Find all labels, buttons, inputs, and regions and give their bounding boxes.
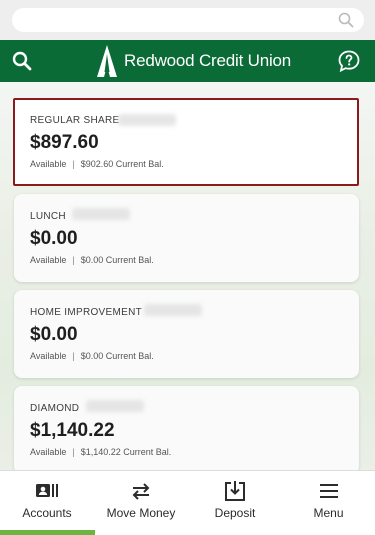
search-icon[interactable]	[12, 51, 32, 71]
account-balance: $897.60	[30, 132, 99, 153]
brand-logo: Redwood Credit Union	[96, 44, 291, 78]
brand-name: Redwood Credit Union	[124, 51, 292, 70]
account-name: REGULAR SHARE	[30, 115, 120, 126]
accounts-icon	[36, 484, 58, 497]
account-balance: $1,140.22	[30, 420, 115, 441]
account-balance: $0.00	[30, 324, 78, 345]
masked-account-number	[144, 304, 202, 316]
masked-account-number	[118, 114, 176, 126]
active-tab-indicator	[0, 530, 95, 535]
available-label: Available	[30, 159, 67, 169]
deposit-icon	[225, 481, 245, 501]
nav-label: Menu	[313, 506, 344, 520]
account-name: DIAMOND	[30, 403, 80, 414]
nav-move-money[interactable]: Move Money	[94, 471, 188, 535]
account-detail: Available | $0.00 Current Bal.	[30, 255, 154, 265]
app-header: Redwood Credit Union	[0, 40, 375, 82]
bottom-nav: Accounts Move Money Deposit Menu	[0, 470, 375, 535]
detail-separator: |	[72, 255, 75, 265]
detail-separator: |	[72, 351, 75, 361]
current-balance: $902.60 Current Bal.	[80, 159, 164, 169]
nav-deposit[interactable]: Deposit	[188, 471, 282, 535]
detail-separator: |	[72, 447, 75, 457]
redwood-tree-icon	[97, 45, 117, 77]
available-label: Available	[30, 255, 67, 265]
available-label: Available	[30, 447, 67, 457]
nav-label: Deposit	[214, 506, 256, 520]
account-card-home-improvement[interactable]: HOME IMPROVEMENT $0.00 Available | $0.00 C…	[14, 290, 359, 378]
account-detail: Available | $0.00 Current Bal.	[30, 351, 154, 361]
accounts-list: REGULAR SHARE $897.60 Available | $902.60 …	[0, 82, 375, 470]
account-detail: Available | $1,140.22 Current Bal.	[30, 447, 171, 457]
account-detail: Available | $902.60 Current Bal.	[30, 159, 164, 169]
browser-bar	[0, 0, 375, 40]
current-balance: $0.00 Current Bal.	[80, 351, 154, 361]
account-balance: $0.00	[30, 228, 78, 249]
account-card-regular-share[interactable]: REGULAR SHARE $897.60 Available | $902.60 …	[13, 98, 359, 186]
account-card-diamond[interactable]: DIAMOND $1,140.22 Available | $1,140.22 Cu…	[14, 386, 359, 470]
detail-separator: |	[72, 159, 75, 169]
nav-accounts[interactable]: Accounts	[0, 471, 94, 535]
nav-menu[interactable]: Menu	[282, 471, 375, 535]
transfer-arrows-icon	[132, 483, 150, 500]
account-name: HOME IMPROVEMENT	[30, 307, 143, 318]
nav-label: Accounts	[22, 506, 72, 520]
available-label: Available	[30, 351, 67, 361]
account-card-lunch[interactable]: LUNCH $0.00 Available | $0.00 Current Bal.	[14, 194, 359, 282]
nav-label: Move Money	[106, 506, 176, 520]
help-chat-icon[interactable]	[337, 49, 361, 73]
hamburger-menu-icon	[319, 484, 338, 498]
current-balance: $0.00 Current Bal.	[80, 255, 154, 265]
account-name: LUNCH	[30, 211, 66, 222]
masked-account-number	[72, 208, 130, 220]
search-icon[interactable]	[338, 12, 354, 28]
current-balance: $1,140.22 Current Bal.	[80, 447, 172, 457]
url-field[interactable]	[12, 8, 364, 32]
masked-account-number	[86, 400, 144, 412]
